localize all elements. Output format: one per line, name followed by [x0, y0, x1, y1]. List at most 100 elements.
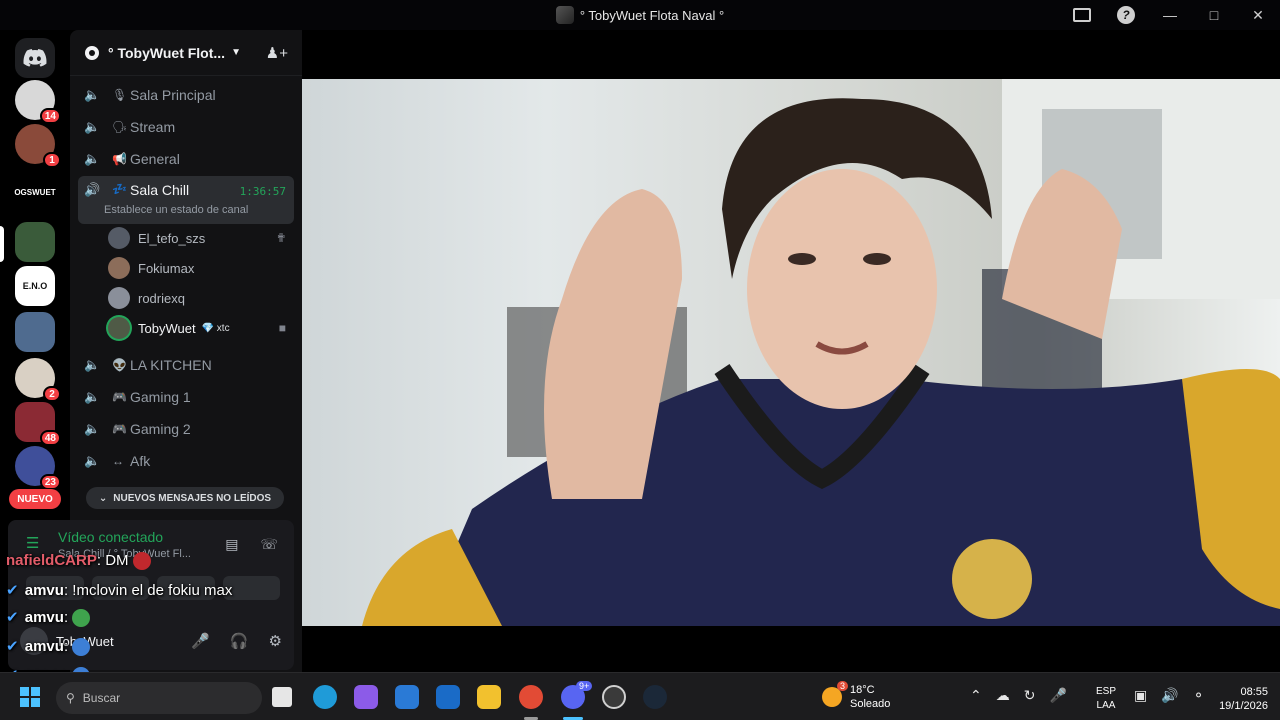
- task-view-icon[interactable]: [272, 687, 292, 707]
- voice-member-rodriexq[interactable]: rodriexq: [108, 284, 294, 312]
- chevron-down-icon: ▼: [231, 47, 241, 58]
- voice-media-buttons: [26, 576, 280, 600]
- channel-name: Stream: [130, 119, 176, 135]
- windows-taskbar: ⚲ Buscar 9+ 3 18°C Soleado ⌃ ☁ ↻ 🎤 ESP L…: [0, 672, 1280, 720]
- display-icon[interactable]: ▣: [1134, 687, 1147, 704]
- window-title-group: ° TobyWuet Flota Naval °: [555, 6, 725, 24]
- speaker-icon: 🔈: [84, 453, 101, 468]
- user-name: TobyWuet: [56, 633, 114, 649]
- member-tag: 💎 xtc: [201, 322, 230, 334]
- voice-member-tobywuet[interactable]: TobyWuet 💎 xtc ■: [108, 314, 294, 342]
- file-explorer-icon[interactable]: [477, 685, 501, 709]
- member-name: TobyWuet: [138, 320, 196, 336]
- voice-member-el-tefo[interactable]: El_tefo_szs ✟: [108, 224, 294, 252]
- window-title: ° TobyWuet Flota Naval °: [579, 7, 725, 23]
- voice-channel-sala-principal[interactable]: 🔈 🎙 Sala Principal: [78, 80, 294, 110]
- speaker-icon: 🔈: [84, 357, 101, 372]
- obs-studio-icon[interactable]: [602, 685, 626, 709]
- guild-header[interactable]: ° TobyWuet Flot... ▼ ♟+: [70, 30, 302, 76]
- voice-channel-path[interactable]: Sala Chill / ° TobyWuet Fl...: [58, 548, 191, 560]
- voice-channel-la-kitchen[interactable]: 🔈 👽 LA KITCHEN: [78, 350, 294, 380]
- voice-member-fokiumax[interactable]: Fokiumax: [108, 254, 294, 282]
- server-icon-ogswuet[interactable]: OGSWUET: [14, 172, 56, 212]
- screen-share-button[interactable]: [91, 576, 149, 600]
- new-unread-messages-button[interactable]: ⌄ NUEVOS MENSAJES NO LEÍDOS: [86, 487, 284, 509]
- server-thumbnail-icon: [555, 6, 574, 24]
- server-icon[interactable]: 2: [15, 358, 61, 402]
- cloud-sync-icon[interactable]: ☁: [996, 687, 1010, 704]
- start-logo-tile: [20, 698, 29, 707]
- avatar: [108, 257, 130, 279]
- voice-channel-stream[interactable]: 🔈 🗣 Stream: [78, 112, 294, 142]
- channel-emoji: ↔: [112, 454, 124, 468]
- server-icon[interactable]: 1: [15, 124, 61, 168]
- taskbar-search[interactable]: ⚲ Buscar: [56, 682, 262, 714]
- refresh-icon[interactable]: ↻: [1024, 687, 1036, 704]
- voice-channel-gaming-1[interactable]: 🔈 🎮 Gaming 1: [78, 382, 294, 412]
- input-language-indicator[interactable]: ESP LAA: [1096, 685, 1116, 713]
- keyboard-layout: LAA: [1096, 700, 1116, 711]
- help-button[interactable]: ?: [1104, 0, 1148, 30]
- weather-temperature: 18°C: [850, 684, 875, 696]
- battery-shield-icon[interactable]: ⚬: [1193, 687, 1205, 704]
- invite-people-icon[interactable]: ♟+: [266, 44, 288, 62]
- microphone-icon[interactable]: 🎤: [191, 632, 210, 650]
- taskbar-clock[interactable]: 08:55 19/1/2026: [1219, 685, 1268, 713]
- set-channel-status-link[interactable]: Establece un estado de canal: [104, 204, 248, 216]
- inbox-button[interactable]: [1060, 0, 1104, 30]
- microsoft-store-icon[interactable]: [395, 685, 419, 709]
- activities-button[interactable]: [157, 576, 215, 600]
- soundboard-button[interactable]: [222, 576, 280, 600]
- weather-widget[interactable]: 3 18°C Soleado: [822, 681, 890, 711]
- maximize-button[interactable]: □: [1192, 0, 1236, 30]
- voice-channel-general[interactable]: 🔈 📢 General: [78, 144, 294, 174]
- voice-channel-sala-chill[interactable]: 🔊 💤 Sala Chill 1:36:57 Establece un esta…: [78, 176, 294, 224]
- user-avatar[interactable]: [20, 627, 48, 655]
- window-controls: ? — □ ✕: [1060, 0, 1280, 30]
- channel-name: Afk: [130, 453, 151, 469]
- noise-suppression-icon[interactable]: ▤: [225, 536, 238, 553]
- new-indicator-badge[interactable]: NUEVO: [9, 489, 61, 509]
- guild-name: ° TobyWuet Flot...: [108, 44, 226, 61]
- quick-settings-tray: ▣ 🔊 ⚬: [1134, 687, 1204, 704]
- headphones-icon[interactable]: 🎧: [230, 632, 249, 650]
- chevron-up-icon[interactable]: ⌃: [970, 687, 982, 704]
- server-icon[interactable]: 48: [15, 402, 61, 446]
- speaker-icon: 🔈: [84, 119, 101, 134]
- system-tray: ⌃ ☁ ↻ 🎤: [970, 687, 1067, 704]
- microphone-tray-icon[interactable]: 🎤: [1049, 687, 1066, 704]
- camera-toggle-button[interactable]: [26, 576, 84, 600]
- chrome-browser-icon[interactable]: [519, 685, 543, 709]
- outlook-icon[interactable]: [436, 685, 460, 709]
- minimize-button[interactable]: —: [1148, 0, 1192, 30]
- voice-status-label[interactable]: Vídeo conectado: [58, 529, 163, 545]
- server-icon[interactable]: 23: [15, 446, 61, 490]
- discord-home-button[interactable]: [15, 38, 55, 78]
- channel-emoji: 📢: [112, 152, 127, 166]
- new-unread-messages-label: NUEVOS MENSAJES NO LEÍDOS: [113, 492, 272, 504]
- settings-gear-icon[interactable]: ⚙: [269, 632, 282, 650]
- connection-signal-icon: ☰: [26, 535, 40, 552]
- windows-start-button[interactable]: [20, 687, 40, 707]
- speaker-icon: 🔈: [84, 389, 101, 404]
- help-icon: ?: [1117, 6, 1135, 24]
- voice-channel-afk[interactable]: 🔈 ↔ Afk: [78, 446, 294, 476]
- disconnect-phone-icon[interactable]: ☏: [260, 536, 278, 553]
- server-icon[interactable]: [15, 222, 55, 262]
- close-button[interactable]: ✕: [1236, 0, 1280, 30]
- start-logo-tile: [31, 687, 40, 696]
- server-icon-eno[interactable]: E.N.O: [15, 266, 55, 306]
- channel-emoji: 🗣: [112, 120, 128, 134]
- server-icon[interactable]: [15, 312, 55, 352]
- server-icon[interactable]: 14: [15, 80, 61, 124]
- webcam-video-feed[interactable]: [302, 79, 1280, 626]
- avatar: [108, 227, 130, 249]
- edge-browser-icon[interactable]: [313, 685, 337, 709]
- steam-icon[interactable]: [643, 685, 667, 709]
- volume-icon[interactable]: 🔊: [1161, 687, 1178, 704]
- user-panel: TobyWuet 🎤 🎧 ⚙: [20, 624, 290, 658]
- weather-badge: 3: [836, 681, 848, 691]
- copilot-icon[interactable]: [354, 685, 378, 709]
- channel-name: LA KITCHEN: [130, 357, 212, 373]
- voice-channel-gaming-2[interactable]: 🔈 🎮 Gaming 2: [78, 414, 294, 444]
